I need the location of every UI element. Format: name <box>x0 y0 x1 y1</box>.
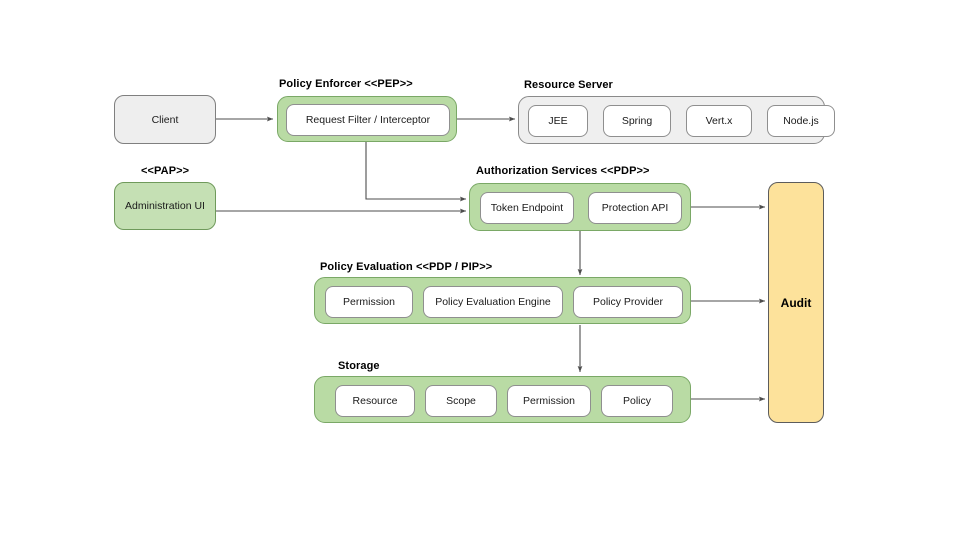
node-policy-provider[interactable]: Policy Provider <box>573 286 683 318</box>
audit-node[interactable]: Audit <box>768 182 824 423</box>
storage-group[interactable]: Resource Scope Permission Policy <box>314 376 691 423</box>
connector-policy-enforcer-to-authorization-services <box>365 142 467 202</box>
node-label: Permission <box>343 296 395 308</box>
policy-evaluation-group[interactable]: Permission Policy Evaluation Engine Poli… <box>314 277 691 324</box>
authorization-services-group[interactable]: Token Endpoint Protection API <box>469 183 691 231</box>
node-spring[interactable]: Spring <box>603 105 671 137</box>
node-token-endpoint[interactable]: Token Endpoint <box>480 192 574 224</box>
node-label: JEE <box>548 115 568 127</box>
policy-enforcer-group[interactable]: Request Filter / Interceptor <box>277 96 457 142</box>
node-label: Protection API <box>601 202 669 214</box>
resource-server-title: Resource Server <box>524 79 613 91</box>
node-scope[interactable]: Scope <box>425 385 497 417</box>
node-jee[interactable]: JEE <box>528 105 588 137</box>
node-label: Request Filter / Interceptor <box>305 114 431 126</box>
node-protection-api[interactable]: Protection API <box>588 192 682 224</box>
node-vertx[interactable]: Vert.x <box>686 105 752 137</box>
pap-title: <<PAP>> <box>141 165 190 177</box>
node-label: Policy Provider <box>592 296 664 308</box>
administration-ui-label: Administration UI <box>125 200 205 212</box>
node-label: Spring <box>621 115 653 127</box>
policy-evaluation-title: Policy Evaluation <<PDP / PIP>> <box>320 261 493 273</box>
node-label: Node.js <box>783 115 819 127</box>
node-policy-evaluation-engine[interactable]: Policy Evaluation Engine <box>423 286 563 318</box>
node-resource[interactable]: Resource <box>335 385 415 417</box>
node-label: Token Endpoint <box>490 202 564 214</box>
node-label: Vert.x <box>705 115 733 127</box>
node-permission[interactable]: Permission <box>507 385 591 417</box>
node-request-filter-interceptor[interactable]: Request Filter / Interceptor <box>286 104 450 136</box>
resource-server-group[interactable]: JEE Spring Vert.x Node.js <box>518 96 835 144</box>
node-label: Resource <box>352 395 398 407</box>
client-label: Client <box>151 113 179 126</box>
storage-title: Storage <box>338 360 380 372</box>
node-label: Policy <box>622 395 651 407</box>
audit-label: Audit <box>780 295 812 310</box>
policy-enforcer-title: Policy Enforcer <<PEP>> <box>279 78 413 90</box>
node-label: Policy Evaluation Engine <box>435 296 551 308</box>
architecture-diagram-canvas: Client Policy Enforcer <<PEP>> Request F… <box>0 0 960 540</box>
node-label: Permission <box>523 395 575 407</box>
authorization-services-title: Authorization Services <<PDP>> <box>476 165 650 177</box>
node-permission[interactable]: Permission <box>325 286 413 318</box>
node-label: Scope <box>446 395 476 407</box>
node-policy[interactable]: Policy <box>601 385 673 417</box>
client-node[interactable]: Client <box>114 95 216 144</box>
administration-ui-node[interactable]: Administration UI <box>114 182 216 230</box>
node-nodejs[interactable]: Node.js <box>767 105 835 137</box>
